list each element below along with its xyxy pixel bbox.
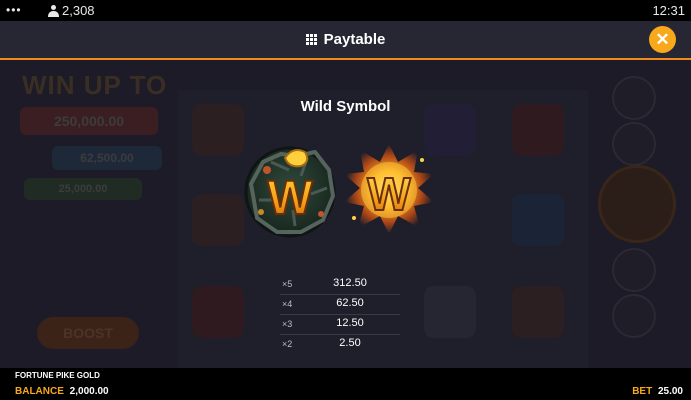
player-count-value: 2,308 [62,3,95,18]
payout-row: ×3 12.50 [280,315,400,335]
balance-label: BALANCE [15,386,64,397]
game-name: FORTUNE PIKE GOLD [15,371,100,380]
bet-value: 25.00 [657,386,683,397]
menu-dots-icon[interactable]: ••• [6,3,22,17]
payout-row: ×2 2.50 [280,335,400,354]
close-button[interactable]: ✕ [649,26,676,53]
bet-display: BET 25.00 [632,386,683,397]
payout-row: ×4 62.50 [280,295,400,315]
page-title: Paytable [323,31,386,48]
bet-label: BET [632,386,653,397]
payout-value: 312.50 [333,277,367,289]
paytable-panel: Wild Symbol W W ×5 312.50 ×4 62.50 ×3 12… [0,60,691,368]
payout-multiplier: ×5 [282,279,293,289]
svg-text:W: W [267,172,313,225]
payout-table: ×5 312.50 ×4 62.50 ×3 12.50 ×2 2.50 [280,275,400,354]
close-icon: ✕ [655,29,670,49]
balance-display: BALANCE 2,000.00 [15,386,109,397]
player-count: 2,308 [48,3,95,18]
payout-multiplier: ×4 [282,299,293,309]
stone-wild-symbol: W [244,146,336,238]
svg-text:W: W [367,168,411,220]
payout-value: 2.50 [339,337,361,349]
person-icon [48,4,59,17]
payout-multiplier: ×2 [282,339,293,349]
payout-row: ×5 312.50 [280,275,400,295]
status-bar: ••• 2,308 12:31 [0,0,691,21]
clock: 12:31 [652,3,685,18]
payout-value: 62.50 [336,297,364,309]
fire-wild-symbol: W [344,144,434,234]
payout-value: 12.50 [336,317,364,329]
payout-multiplier: ×3 [282,319,293,329]
paytable-header: Paytable ✕ [0,21,691,60]
footer-bar: FORTUNE PIKE GOLD BALANCE 2,000.00 BET 2… [0,368,691,400]
balance-value: 2,000.00 [69,386,109,397]
section-title: Wild Symbol [300,98,391,115]
grid-icon [305,34,317,45]
